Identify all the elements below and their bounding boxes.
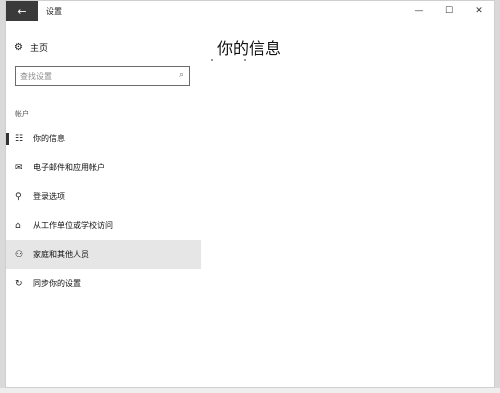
sync-icon: ↻	[15, 278, 23, 289]
desktop-background	[0, 388, 500, 393]
gear-icon: ⚙	[14, 41, 23, 53]
back-arrow-icon: ←	[17, 4, 27, 18]
search-icon[interactable]: ⌕	[179, 70, 184, 80]
window-controls: — ☐ ✕	[404, 1, 494, 21]
sidebar-item-sign-in-options[interactable]: ⚲ 登录选项	[6, 182, 201, 211]
maximize-button[interactable]: ☐	[434, 1, 464, 21]
sidebar-item-your-info[interactable]: ☷ 你的信息	[6, 124, 201, 153]
sidebar-nav: ☷ 你的信息 ✉ 电子邮件和应用帐户 ⚲ 登录选项 ⌂ 从工作单位或学校访问 ⚇…	[6, 124, 201, 298]
sidebar-item-label: 家庭和其他人员	[33, 250, 89, 259]
sidebar-item-label: 电子邮件和应用帐户	[33, 163, 105, 172]
settings-window: ← 设置 — ☐ ✕ ⚙ 主页 ⌕ 帐户 ☷ 你的信息 ✉ 电子邮件和应用帐户	[5, 0, 495, 388]
sidebar-item-label: 登录选项	[33, 192, 65, 201]
maximize-icon: ☐	[444, 6, 454, 16]
sidebar-item-family[interactable]: ⚇ 家庭和其他人员	[6, 240, 201, 269]
loading-dot	[244, 59, 246, 61]
close-icon: ✕	[475, 6, 483, 16]
back-button[interactable]: ←	[6, 1, 38, 21]
title-bar: ← 设置 — ☐ ✕	[6, 1, 494, 21]
close-button[interactable]: ✕	[464, 1, 494, 21]
search-box: ⌕	[15, 66, 190, 86]
sidebar-item-email-accounts[interactable]: ✉ 电子邮件和应用帐户	[6, 153, 201, 182]
briefcase-icon: ⌂	[15, 220, 21, 231]
section-label-accounts: 帐户	[15, 110, 29, 118]
sidebar-item-label: 从工作单位或学校访问	[33, 221, 113, 230]
sidebar: ⚙ 主页 ⌕ 帐户 ☷ 你的信息 ✉ 电子邮件和应用帐户 ⚲ 登录选项 ⌂ 从工…	[6, 21, 201, 387]
window-title: 设置	[46, 6, 62, 16]
home-link[interactable]: ⚙ 主页	[14, 40, 48, 54]
person-card-icon: ☷	[15, 133, 24, 144]
page-title: 你的信息	[217, 39, 282, 58]
minimize-icon: —	[414, 6, 424, 16]
person-add-icon: ⚇	[15, 249, 24, 260]
mail-icon: ✉	[15, 162, 23, 173]
sidebar-item-label: 你的信息	[33, 134, 65, 143]
loading-dot	[211, 59, 213, 61]
sidebar-item-work-school[interactable]: ⌂ 从工作单位或学校访问	[6, 211, 201, 240]
key-icon: ⚲	[15, 191, 22, 202]
home-label: 主页	[30, 43, 49, 54]
search-input[interactable]	[16, 68, 170, 84]
minimize-button[interactable]: —	[404, 1, 434, 21]
sidebar-item-label: 同步你的设置	[33, 279, 81, 288]
sidebar-item-sync[interactable]: ↻ 同步你的设置	[6, 269, 201, 298]
